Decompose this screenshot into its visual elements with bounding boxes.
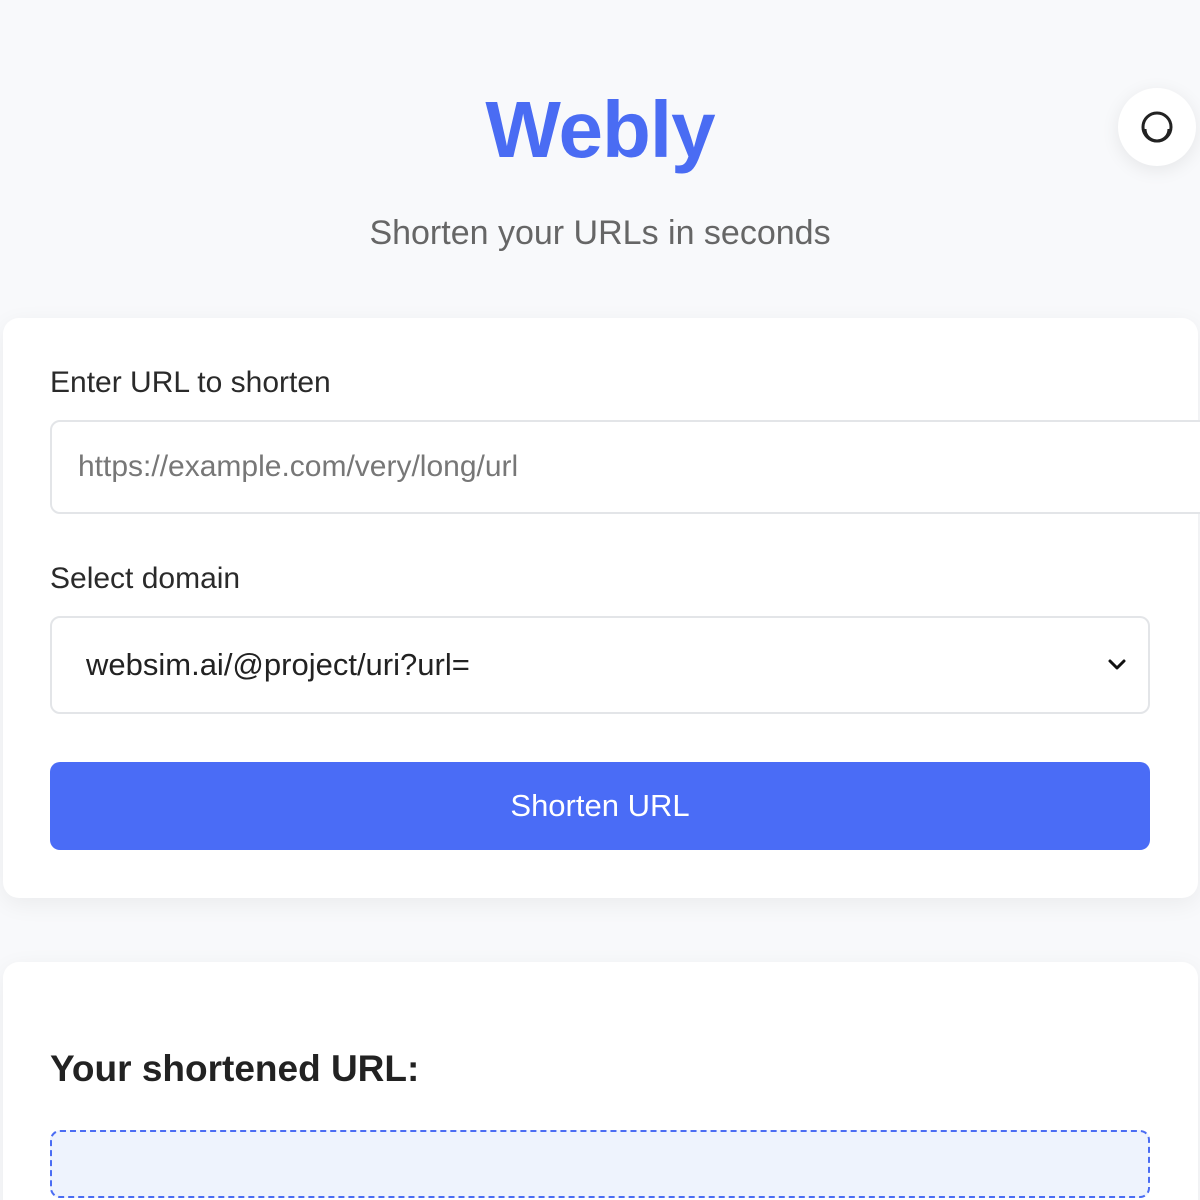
shorten-url-button[interactable]: Shorten URL — [50, 762, 1150, 850]
shorten-form-card: Enter URL to shorten Select domain websi… — [3, 318, 1200, 898]
chevron-down-icon — [1108, 659, 1126, 670]
domain-select[interactable]: websim.ai/@project/uri?url= — [50, 616, 1150, 714]
url-input[interactable] — [50, 420, 1200, 514]
url-label: Enter URL to shorten — [50, 366, 331, 399]
theme-toggle-button[interactable] — [1118, 88, 1196, 166]
domain-label: Select domain — [50, 562, 241, 595]
page: Webly Shorten your URLs in seconds Enter… — [0, 0, 1200, 1200]
tagline: Shorten your URLs in seconds — [369, 214, 831, 252]
result-card: Your shortened URL: — [3, 962, 1198, 1200]
shortened-url-output[interactable] — [50, 1130, 1150, 1198]
result-title: Your shortened URL: — [50, 1048, 420, 1089]
domain-selected-value: websim.ai/@project/uri?url= — [86, 647, 470, 682]
brand-logo: Webly — [485, 85, 715, 174]
half-circle-icon — [1141, 111, 1173, 143]
